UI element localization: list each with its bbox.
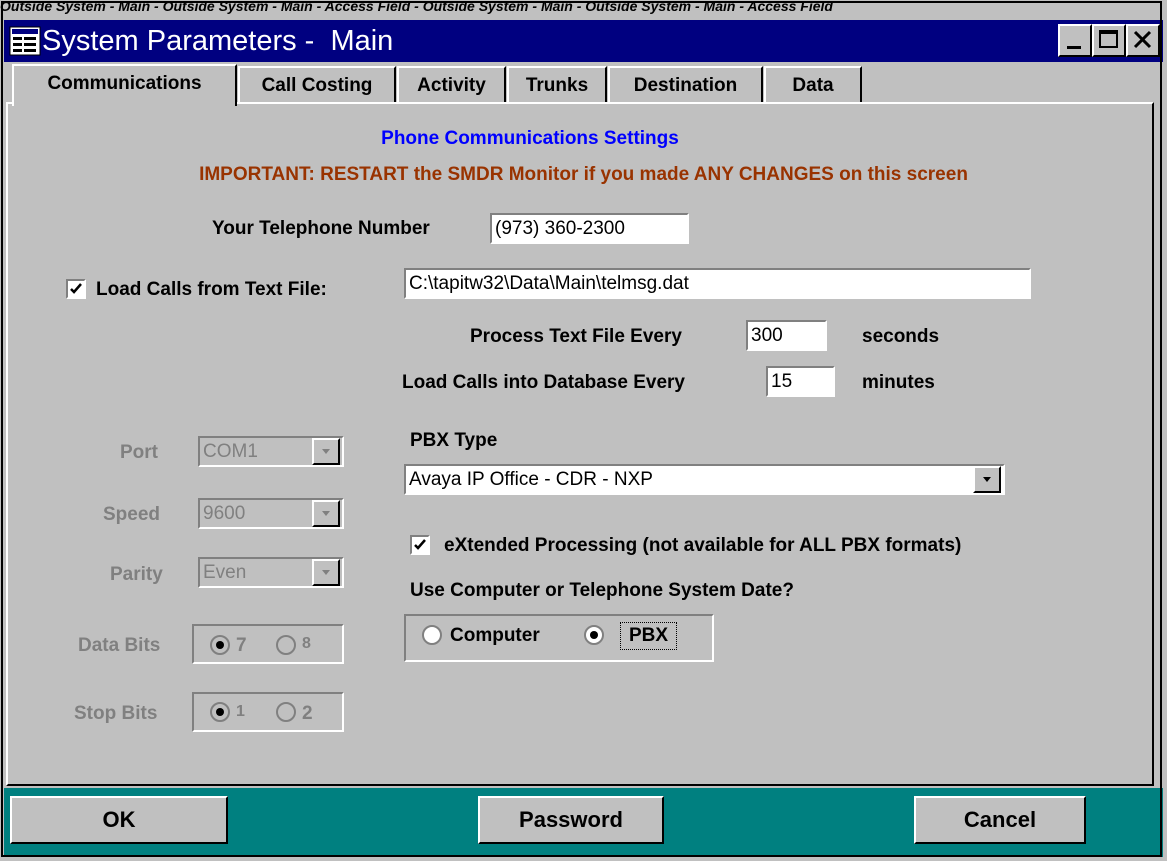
tab-communications[interactable]: Communications [12,64,237,106]
window-border [1,1,1162,857]
